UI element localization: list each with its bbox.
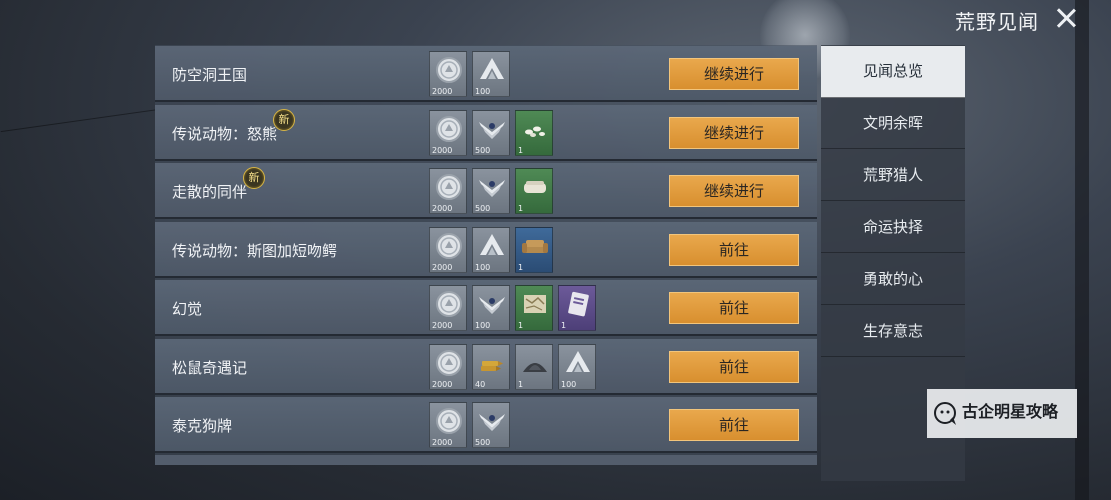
quest-name: 传说动物：怒熊新	[172, 108, 295, 144]
close-icon[interactable]	[1050, 4, 1082, 32]
reward-item[interactable]: 100	[472, 51, 510, 97]
reward-count: 100	[475, 321, 491, 330]
reward-item[interactable]: 40	[472, 343, 510, 390]
quest-row: 防空洞王国 2000 100 继续进行	[155, 46, 817, 102]
continue-button[interactable]: 继续进行	[669, 175, 799, 207]
sidebar-tab[interactable]: 荒野猎人	[821, 150, 965, 201]
reward-count: 2000	[432, 438, 453, 447]
reward-count: 500	[475, 438, 491, 447]
reward-count: 1	[518, 321, 524, 330]
quest-name: 泰克狗牌	[172, 415, 232, 436]
continue-button[interactable]: 继续进行	[669, 58, 799, 90]
reward-count: 100	[561, 379, 577, 389]
quest-row: 松鼠奇遇记 2000 40 1 100 前往	[155, 338, 817, 395]
reward-count: 1	[518, 379, 524, 389]
window-title: 荒野见闻	[955, 10, 1039, 34]
reward-item[interactable]: 2000	[429, 51, 467, 97]
reward-item[interactable]: 1	[515, 168, 553, 214]
quest-name-text: 松鼠奇遇记	[172, 358, 248, 377]
reward-item[interactable]: 2000	[429, 109, 467, 156]
background-pole	[1075, 0, 1089, 500]
go-button[interactable]: 前往	[669, 409, 799, 441]
watermark-text: 古企明星攻略	[962, 402, 1059, 421]
reward-count: 1	[518, 204, 524, 213]
reward-count: 2000	[432, 87, 453, 96]
reward-item[interactable]: 100	[472, 285, 510, 331]
new-badge: 新	[243, 167, 265, 189]
reward-item[interactable]: 1	[515, 343, 553, 390]
reward-list: 2000 500	[429, 402, 510, 448]
sidebar-tab[interactable]: 文明余晖	[821, 98, 965, 149]
background-wire	[0, 108, 160, 133]
go-button[interactable]: 前往	[669, 350, 799, 383]
sidebar-tab[interactable]: 勇敢的心	[821, 254, 965, 305]
quest-name-text: 传说动物：怒熊	[172, 124, 278, 143]
quest-name: 走散的同伴新	[172, 167, 265, 202]
watermark: 古企明星攻略	[927, 389, 1077, 438]
reward-item[interactable]: 1	[515, 109, 553, 156]
reward-count: 2000	[432, 379, 453, 389]
quest-row: 幻觉 2000 100 1 1 前往	[155, 280, 817, 336]
reward-item[interactable]: 2000	[429, 168, 467, 214]
chat-bubble-icon	[934, 402, 956, 425]
reward-item[interactable]: 500	[472, 109, 510, 156]
reward-count: 1	[561, 321, 567, 330]
reward-count: 100	[475, 87, 491, 96]
list-bottom-edge	[155, 455, 817, 465]
go-button[interactable]: 前往	[669, 292, 799, 324]
reward-list: 2000 100 1	[429, 226, 553, 273]
quest-name: 松鼠奇遇记	[172, 357, 247, 378]
quest-name: 传说动物：斯图加短吻鳄	[172, 240, 337, 261]
reward-count: 2000	[432, 321, 453, 330]
reward-list: 2000 500 1	[429, 168, 553, 214]
quest-name: 防空洞王国	[172, 64, 247, 85]
quest-row: 走散的同伴新 2000 500 1 继续进行	[155, 163, 817, 219]
sidebar-tab[interactable]: 生存意志	[821, 306, 965, 357]
reward-list: 2000 40 1 100	[429, 343, 596, 390]
quest-row: 泰克狗牌 2000 500 前往	[155, 397, 817, 453]
quest-name-text: 泰克狗牌	[172, 417, 233, 435]
sidebar-tab[interactable]: 命运抉择	[821, 202, 965, 253]
reward-count: 2000	[432, 204, 453, 213]
quest-name-text: 幻觉	[172, 300, 203, 318]
reward-count: 100	[475, 262, 491, 272]
reward-item[interactable]: 1	[515, 226, 553, 273]
continue-button[interactable]: 继续进行	[669, 116, 799, 149]
reward-count: 2000	[432, 145, 453, 155]
reward-item[interactable]: 2000	[429, 343, 467, 390]
reward-list: 2000 500 1	[429, 109, 553, 156]
reward-item[interactable]: 2000	[429, 226, 467, 273]
quest-name-text: 传说动物：斯图加短吻鳄	[172, 241, 338, 260]
quest-row: 传说动物：斯图加短吻鳄 2000 100 1 前往	[155, 221, 817, 278]
reward-item[interactable]: 2000	[429, 402, 467, 448]
reward-item[interactable]: 1	[558, 285, 596, 331]
reward-list: 2000 100	[429, 51, 510, 97]
quest-name: 幻觉	[172, 298, 202, 319]
new-badge: 新	[273, 108, 295, 131]
reward-count: 2000	[432, 262, 453, 272]
quest-list: 防空洞王国 2000 100 继续进行 传说动物：怒熊新 2000 500 1 继续进行 走散的同…	[155, 45, 817, 465]
reward-item[interactable]: 500	[472, 402, 510, 448]
go-button[interactable]: 前往	[669, 233, 799, 266]
reward-count: 1	[518, 262, 524, 272]
reward-count: 500	[475, 204, 491, 213]
reward-item[interactable]: 1	[515, 285, 553, 331]
reward-count: 40	[475, 379, 486, 389]
quest-name-text: 防空洞王国	[172, 66, 248, 84]
reward-count: 500	[475, 145, 491, 155]
reward-item[interactable]: 2000	[429, 285, 467, 331]
quest-row: 传说动物：怒熊新 2000 500 1 继续进行	[155, 104, 817, 161]
reward-item[interactable]: 100	[558, 343, 596, 390]
reward-list: 2000 100 1 1	[429, 285, 596, 331]
sidebar-tab[interactable]: 见闻总览	[821, 46, 965, 98]
reward-count: 1	[518, 145, 524, 155]
reward-item[interactable]: 100	[472, 226, 510, 273]
quest-name-text: 走散的同伴	[172, 183, 248, 201]
reward-item[interactable]: 500	[472, 168, 510, 214]
